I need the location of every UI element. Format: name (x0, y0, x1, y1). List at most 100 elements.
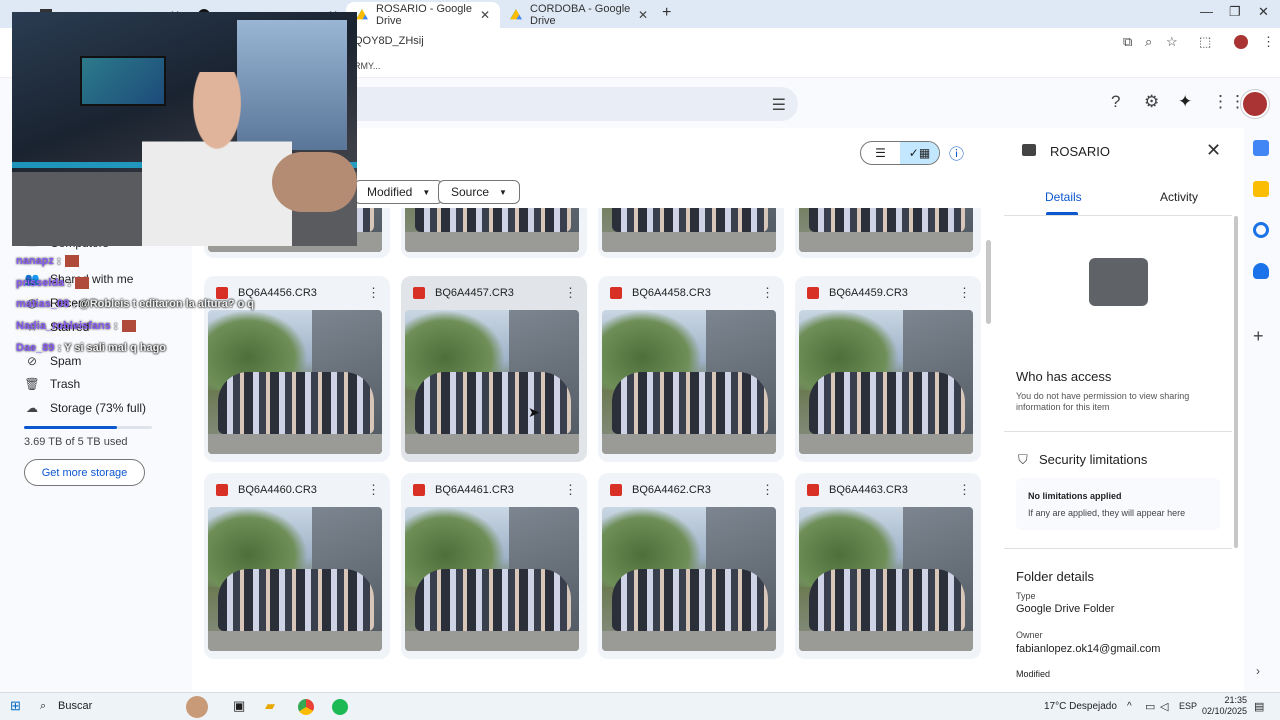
details-scrollbar[interactable] (1234, 216, 1238, 548)
install-app-icon[interactable]: ⧉ (1123, 34, 1132, 50)
tab-activity[interactable]: Activity (1160, 190, 1198, 204)
more-options-icon[interactable]: ⋮ (367, 482, 380, 498)
task-view-icon[interactable]: ▣ (233, 698, 245, 714)
photo-thumbnail (799, 208, 973, 252)
webcam-overlay (12, 12, 357, 246)
browser-menu-icon[interactable]: ⋮ (1262, 34, 1275, 50)
window-close-icon[interactable]: ✕ (1258, 4, 1269, 20)
chevron-down-icon: ▼ (422, 187, 431, 197)
url-text[interactable]: QOY8D_ZHsij (354, 35, 424, 47)
source-filter-chip[interactable]: Source ▼ (438, 180, 520, 204)
help-icon[interactable]: ? (1111, 92, 1120, 112)
chevron-right-icon[interactable]: › (1256, 664, 1260, 678)
photo-thumbnail (208, 507, 382, 651)
shared-folder-large-icon (1089, 258, 1148, 306)
drive-search-bar[interactable]: ☰ (300, 87, 798, 121)
close-icon[interactable]: ✕ (480, 8, 490, 22)
get-more-storage-button[interactable]: Get more storage (24, 459, 145, 486)
info-icon[interactable]: ⓘ (949, 143, 964, 164)
spotify-icon[interactable] (332, 699, 348, 715)
more-options-icon[interactable]: ⋮ (958, 285, 971, 301)
file-name: BQ6A4460.CR3 (238, 484, 317, 496)
volume-icon[interactable]: ◁ (1160, 700, 1168, 713)
more-options-icon[interactable]: ⋮ (564, 285, 577, 301)
view-toggle: ☰ ✓▦ (860, 141, 940, 165)
file-card[interactable]: BQ6A4462.CR3 ⋮ (598, 473, 784, 659)
chat-message: nanapz : (16, 255, 79, 268)
zoom-icon[interactable]: ⌕ (1145, 34, 1152, 50)
windows-start-icon[interactable]: ⊞ (10, 698, 21, 714)
file-card[interactable]: BQ6A4459.CR3 ⋮ (795, 276, 981, 462)
modified-filter-chip[interactable]: Modified ▼ (354, 180, 444, 204)
browser-tab-rosario[interactable]: ROSARIO - Google Drive ✕ (346, 2, 500, 28)
file-card-partial[interactable] (598, 208, 784, 258)
modified-label: Modified (1016, 669, 1051, 679)
list-view-button[interactable]: ☰ (861, 142, 900, 164)
taskbar-search[interactable]: Buscar (58, 700, 92, 712)
notifications-icon[interactable]: ▤ (1254, 700, 1264, 713)
search-highlight-icon[interactable] (186, 696, 208, 718)
chat-message: matias_08 : @Robleis t editaron la altur… (16, 298, 255, 310)
profile-avatar-icon[interactable] (1234, 35, 1248, 49)
file-card[interactable]: BQ6A4460.CR3 ⋮ (204, 473, 390, 659)
file-card-partial[interactable] (401, 208, 587, 258)
bookmark-star-icon[interactable]: ☆ (1166, 34, 1178, 50)
more-options-icon[interactable]: ⋮ (367, 285, 380, 301)
contacts-icon[interactable] (1253, 263, 1269, 279)
calendar-icon[interactable] (1253, 140, 1269, 156)
file-name: BQ6A4461.CR3 (435, 484, 514, 496)
details-folder-name: ROSARIO (1050, 144, 1110, 159)
photo-thumbnail (799, 310, 973, 454)
storage-used-text: 3.69 TB of 5 TB used (24, 436, 128, 448)
side-apps-panel: + › (1244, 128, 1280, 692)
gear-icon[interactable]: ⚙ (1144, 92, 1159, 112)
gemini-icon[interactable]: ✦ (1178, 92, 1192, 112)
nav-trash[interactable]: 🗑 Trash (24, 377, 80, 391)
taskbar-clock[interactable]: 21:35 02/10/2025 (1202, 695, 1247, 717)
shared-folder-icon (1022, 144, 1036, 156)
grid-check-icon: ✓▦ (908, 146, 931, 160)
more-options-icon[interactable]: ⋮ (958, 482, 971, 498)
grid-view-button[interactable]: ✓▦ (900, 142, 939, 164)
add-addon-icon[interactable]: + (1253, 326, 1264, 347)
chevron-up-icon[interactable]: ^ (1127, 701, 1132, 712)
list-icon: ☰ (875, 146, 886, 160)
bookmark-item[interactable]: RMY... (354, 61, 380, 71)
nav-spam[interactable]: ⊘ Spam (24, 354, 81, 368)
account-avatar[interactable] (1241, 90, 1269, 118)
language-indicator[interactable]: ESP (1179, 701, 1197, 711)
restore-icon[interactable]: ❐ (1229, 4, 1241, 20)
network-icon[interactable]: ▭ (1145, 700, 1155, 713)
weather-text[interactable]: 17°C Despejado (1044, 701, 1117, 712)
tab-details[interactable]: Details (1045, 190, 1082, 204)
file-card[interactable]: BQ6A4463.CR3 ⋮ (795, 473, 981, 659)
no-limitations-title: No limitations applied (1028, 491, 1122, 501)
chrome-icon[interactable] (298, 699, 314, 715)
more-options-icon[interactable]: ⋮ (761, 285, 774, 301)
tasks-icon[interactable] (1253, 222, 1269, 238)
grid-scrollbar[interactable] (986, 240, 991, 324)
keep-icon[interactable] (1253, 181, 1269, 197)
minimize-icon[interactable]: — (1200, 4, 1213, 19)
close-icon[interactable]: ✕ (638, 8, 648, 22)
file-card-partial[interactable] (795, 208, 981, 258)
file-name: BQ6A4459.CR3 (829, 287, 908, 299)
divider (1004, 548, 1232, 549)
extensions-icon[interactable]: ⬚ (1199, 34, 1211, 50)
image-file-icon (413, 287, 425, 299)
close-icon[interactable]: ✕ (1206, 140, 1221, 161)
more-options-icon[interactable]: ⋮ (564, 482, 577, 498)
no-limitations-box: No limitations applied If any are applie… (1016, 478, 1220, 530)
search-options-icon[interactable]: ☰ (772, 95, 786, 115)
more-options-icon[interactable]: ⋮ (761, 482, 774, 498)
owner-label: Owner (1016, 630, 1043, 640)
file-card[interactable]: BQ6A4461.CR3 ⋮ (401, 473, 587, 659)
new-tab-icon[interactable]: + (662, 4, 671, 22)
photo-thumbnail (602, 208, 776, 252)
file-explorer-icon[interactable]: ▰ (265, 698, 275, 714)
nav-storage[interactable]: ☁ Storage (73% full) (24, 401, 146, 415)
file-card[interactable]: BQ6A4457.CR3 ⋮ (401, 276, 587, 462)
file-card[interactable]: BQ6A4458.CR3 ⋮ (598, 276, 784, 462)
browser-tab-cordoba[interactable]: CORDOBA - Google Drive ✕ (500, 2, 658, 28)
emote-icon (64, 255, 79, 268)
